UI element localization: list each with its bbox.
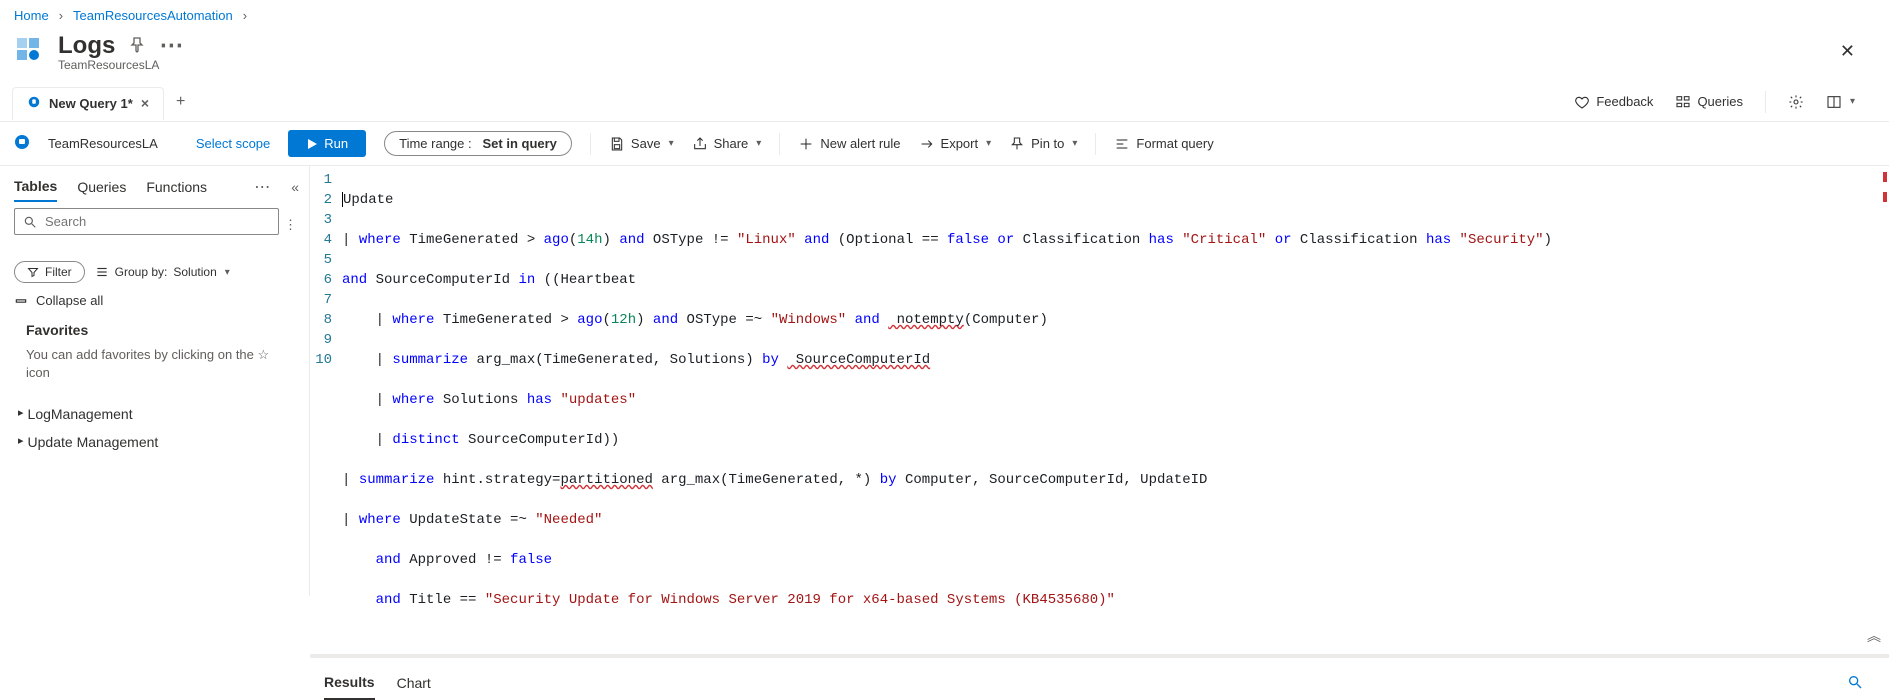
tree-item-updatemanagement[interactable]: ▸ Update Management (14, 428, 299, 456)
tab-chart[interactable]: Chart (397, 667, 431, 699)
page-header: Logs ⋯ TeamResourcesLA ✕ (0, 29, 1889, 82)
sidebar-tab-functions[interactable]: Functions (146, 173, 207, 201)
chevron-down-icon: ▾ (1850, 96, 1855, 107)
select-scope-link[interactable]: Select scope (196, 136, 270, 151)
collapse-all-label: Collapse all (36, 293, 103, 308)
sidebar-more-icon[interactable]: ⋯ (254, 177, 271, 197)
caret-right-icon: ▸ (18, 406, 24, 422)
pin-to-button[interactable]: Pin to ▾ (1009, 136, 1077, 152)
scope-name: TeamResourcesLA (48, 136, 158, 151)
tree-label: Update Management (28, 434, 159, 450)
panel-layout-icon[interactable]: ▾ (1826, 94, 1855, 110)
new-alert-label: New alert rule (820, 136, 900, 151)
sidebar-kebab-icon[interactable]: ⋮ (284, 217, 297, 233)
logs-app-icon (14, 35, 48, 69)
results-search-icon[interactable] (1847, 674, 1875, 693)
tab-results[interactable]: Results (324, 666, 375, 700)
sidebar-tab-queries[interactable]: Queries (77, 173, 126, 201)
error-markers (1883, 172, 1887, 202)
tab-query-1[interactable]: New Query 1* × (12, 87, 164, 121)
chevron-down-icon: ▾ (756, 138, 761, 149)
add-tab-button[interactable]: + (176, 93, 185, 111)
divider (779, 133, 780, 155)
share-label: Share (714, 136, 749, 151)
divider (1095, 133, 1096, 155)
feedback-button[interactable]: Feedback (1574, 94, 1653, 110)
more-icon[interactable]: ⋯ (159, 31, 183, 60)
tree-item-logmanagement[interactable]: ▸ LogManagement (14, 400, 299, 428)
format-label: Format query (1136, 136, 1213, 151)
filter-label: Filter (45, 265, 72, 279)
query-editor[interactable]: 12345678910 Update | where TimeGenerated… (310, 166, 1889, 654)
export-button[interactable]: Export ▾ (919, 136, 992, 152)
divider (590, 133, 591, 155)
run-button[interactable]: Run (288, 130, 366, 157)
format-query-button[interactable]: Format query (1114, 136, 1213, 152)
query-tabbar: New Query 1* × + Feedback Queries ▾ (0, 82, 1889, 122)
group-by-dropdown[interactable]: Group by: Solution ▾ (95, 265, 230, 279)
collapse-all-button[interactable]: Collapse all (14, 293, 299, 308)
queries-button[interactable]: Queries (1675, 94, 1743, 110)
collapse-editor-icon[interactable]: ︽ (1867, 628, 1881, 648)
code-area[interactable]: Update | where TimeGenerated > ago(14h) … (342, 170, 1889, 650)
share-button[interactable]: Share ▾ (692, 136, 762, 152)
favorites-heading: Favorites (26, 322, 299, 338)
chevron-down-icon: ▾ (669, 138, 674, 149)
tab-label: New Query 1* (49, 96, 133, 111)
export-label: Export (941, 136, 979, 151)
favorites-help-text: You can add favorites by clicking on the… (26, 346, 286, 382)
line-gutter: 12345678910 (310, 170, 342, 650)
breadcrumb-resource[interactable]: TeamResourcesAutomation (73, 8, 233, 23)
group-by-label: Group by: (115, 265, 168, 279)
save-label: Save (631, 136, 661, 151)
filter-button[interactable]: Filter (14, 261, 85, 283)
sidebar-search[interactable] (14, 208, 279, 235)
save-button[interactable]: Save ▾ (609, 136, 674, 152)
queries-label: Queries (1697, 94, 1743, 109)
feedback-label: Feedback (1596, 94, 1653, 109)
query-tab-icon (27, 95, 41, 112)
sidebar-collapse-icon[interactable]: « (291, 179, 299, 195)
chevron-down-icon: ▾ (986, 138, 991, 149)
search-input[interactable] (45, 214, 270, 229)
pin-icon[interactable] (129, 32, 145, 60)
tab-close-icon[interactable]: × (141, 95, 149, 111)
chevron-down-icon: ▾ (225, 267, 230, 278)
time-range-value: Set in query (483, 136, 557, 151)
time-range-label: Time range : (399, 136, 472, 151)
breadcrumb-home[interactable]: Home (14, 8, 49, 23)
caret-right-icon: ▸ (18, 434, 24, 450)
group-by-value: Solution (173, 265, 216, 279)
query-toolbar: TeamResourcesLA Select scope Run Time ra… (0, 122, 1889, 166)
results-panel: Results Chart TimeGenerated [UTC] Comput… (310, 654, 1889, 658)
settings-gear-icon[interactable] (1788, 94, 1804, 110)
chevron-down-icon: ▾ (1072, 138, 1077, 149)
breadcrumb: Home › TeamResourcesAutomation › (0, 0, 1889, 29)
breadcrumb-sep-icon: › (59, 8, 63, 23)
page-subtitle: TeamResourcesLA (58, 58, 183, 72)
tables-sidebar: Tables Queries Functions ⋯ « ⋮ Filter Gr… (0, 166, 310, 596)
run-label: Run (324, 136, 348, 151)
pin-to-label: Pin to (1031, 136, 1064, 151)
time-range-picker[interactable]: Time range : Set in query (384, 131, 572, 156)
new-alert-button[interactable]: New alert rule (798, 136, 900, 152)
workspace-icon (14, 134, 30, 153)
divider (1765, 91, 1766, 113)
tree-label: LogManagement (28, 406, 133, 422)
close-icon[interactable]: ✕ (1840, 41, 1855, 62)
page-title: Logs (58, 32, 115, 60)
breadcrumb-sep-icon: › (243, 8, 247, 23)
sidebar-tab-tables[interactable]: Tables (14, 172, 57, 202)
